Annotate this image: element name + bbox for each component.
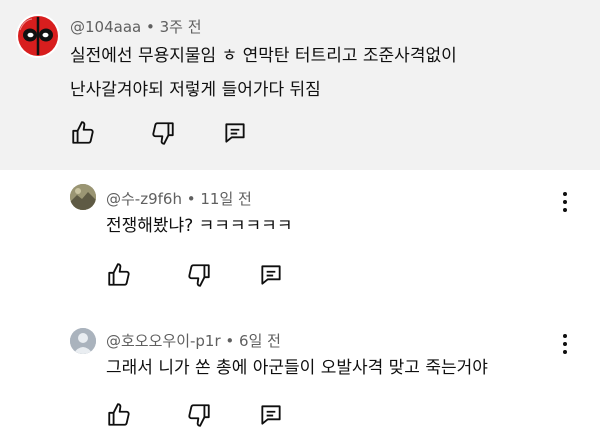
reply-icon xyxy=(261,265,281,285)
like-button[interactable] xyxy=(106,402,132,428)
default-user-icon xyxy=(70,328,96,354)
avatar[interactable] xyxy=(70,328,96,354)
more-vert-dot xyxy=(563,350,567,354)
meta-separator: • xyxy=(220,332,240,350)
thumbs-down-icon xyxy=(188,264,210,287)
comment-timestamp[interactable]: 11일 전 xyxy=(200,190,251,208)
thumbs-up-icon xyxy=(108,403,130,426)
more-vert-dot xyxy=(563,208,567,212)
comment-meta: @수-z9f6h • 11일 전 xyxy=(106,188,252,209)
more-options-button[interactable] xyxy=(562,334,568,358)
comment-meta: @104aaa • 3주 전 xyxy=(70,16,202,37)
comment-text-line: 실전에선 무용지물임 ㅎ 연막탄 터트리고 조준사격없이 xyxy=(70,46,457,66)
landscape-avatar-icon xyxy=(70,184,96,210)
comment-text-line: 난사갈겨야되 저렇게 들어가다 뒤짐 xyxy=(70,80,321,100)
reply-button[interactable] xyxy=(258,402,284,428)
reply-icon xyxy=(261,405,281,425)
dislike-button[interactable] xyxy=(186,262,212,288)
reply-comment: @호오오우이-p1r • 6일 전 그래서 니가 쏜 총에 아군들이 오발사격 … xyxy=(0,320,600,440)
avatar[interactable] xyxy=(16,14,60,58)
thumbs-up-icon xyxy=(72,121,94,144)
deadpool-mask-icon xyxy=(18,16,58,56)
comment-timestamp[interactable]: 6일 전 xyxy=(239,332,281,350)
more-vert-dot xyxy=(563,342,567,346)
comment-text: 전쟁해봤냐? ㅋㅋㅋㅋㅋㅋ xyxy=(106,216,293,236)
reply-button[interactable] xyxy=(258,262,284,288)
more-vert-icon xyxy=(563,334,567,338)
like-button[interactable] xyxy=(70,120,96,146)
dislike-button[interactable] xyxy=(150,120,176,146)
comment-author[interactable]: @호오오우이-p1r xyxy=(106,332,221,350)
avatar[interactable] xyxy=(70,184,96,210)
comment-text: 그래서 니가 쏜 총에 아군들이 오발사격 맞고 죽는거야 xyxy=(106,358,488,378)
dislike-button[interactable] xyxy=(186,402,212,428)
more-vert-dot xyxy=(563,200,567,204)
reply-icon xyxy=(225,123,245,143)
more-vert-icon xyxy=(563,192,567,196)
meta-separator: • xyxy=(181,190,201,208)
comment-author[interactable]: @수-z9f6h xyxy=(106,190,182,208)
meta-separator: • xyxy=(141,18,160,36)
thumbs-up-icon xyxy=(108,263,130,286)
thumbs-down-icon xyxy=(152,122,174,145)
reply-button[interactable] xyxy=(222,120,248,146)
more-options-button[interactable] xyxy=(562,192,568,216)
thumbs-down-icon xyxy=(188,404,210,427)
comment-text: 실전에선 무용지물임 ㅎ 연막탄 터트리고 조준사격없이 난사갈겨야되 저렇게 … xyxy=(70,42,457,104)
comment-timestamp[interactable]: 3주 전 xyxy=(160,18,202,36)
reply-comment: @수-z9f6h • 11일 전 전쟁해봤냐? ㅋㅋㅋㅋㅋㅋ xyxy=(0,170,600,320)
like-button[interactable] xyxy=(106,262,132,288)
comment-author[interactable]: @104aaa xyxy=(70,18,141,36)
comment-meta: @호오오우이-p1r • 6일 전 xyxy=(106,330,281,351)
parent-comment: @104aaa • 3주 전 실전에선 무용지물임 ㅎ 연막탄 터트리고 조준사… xyxy=(0,0,600,170)
